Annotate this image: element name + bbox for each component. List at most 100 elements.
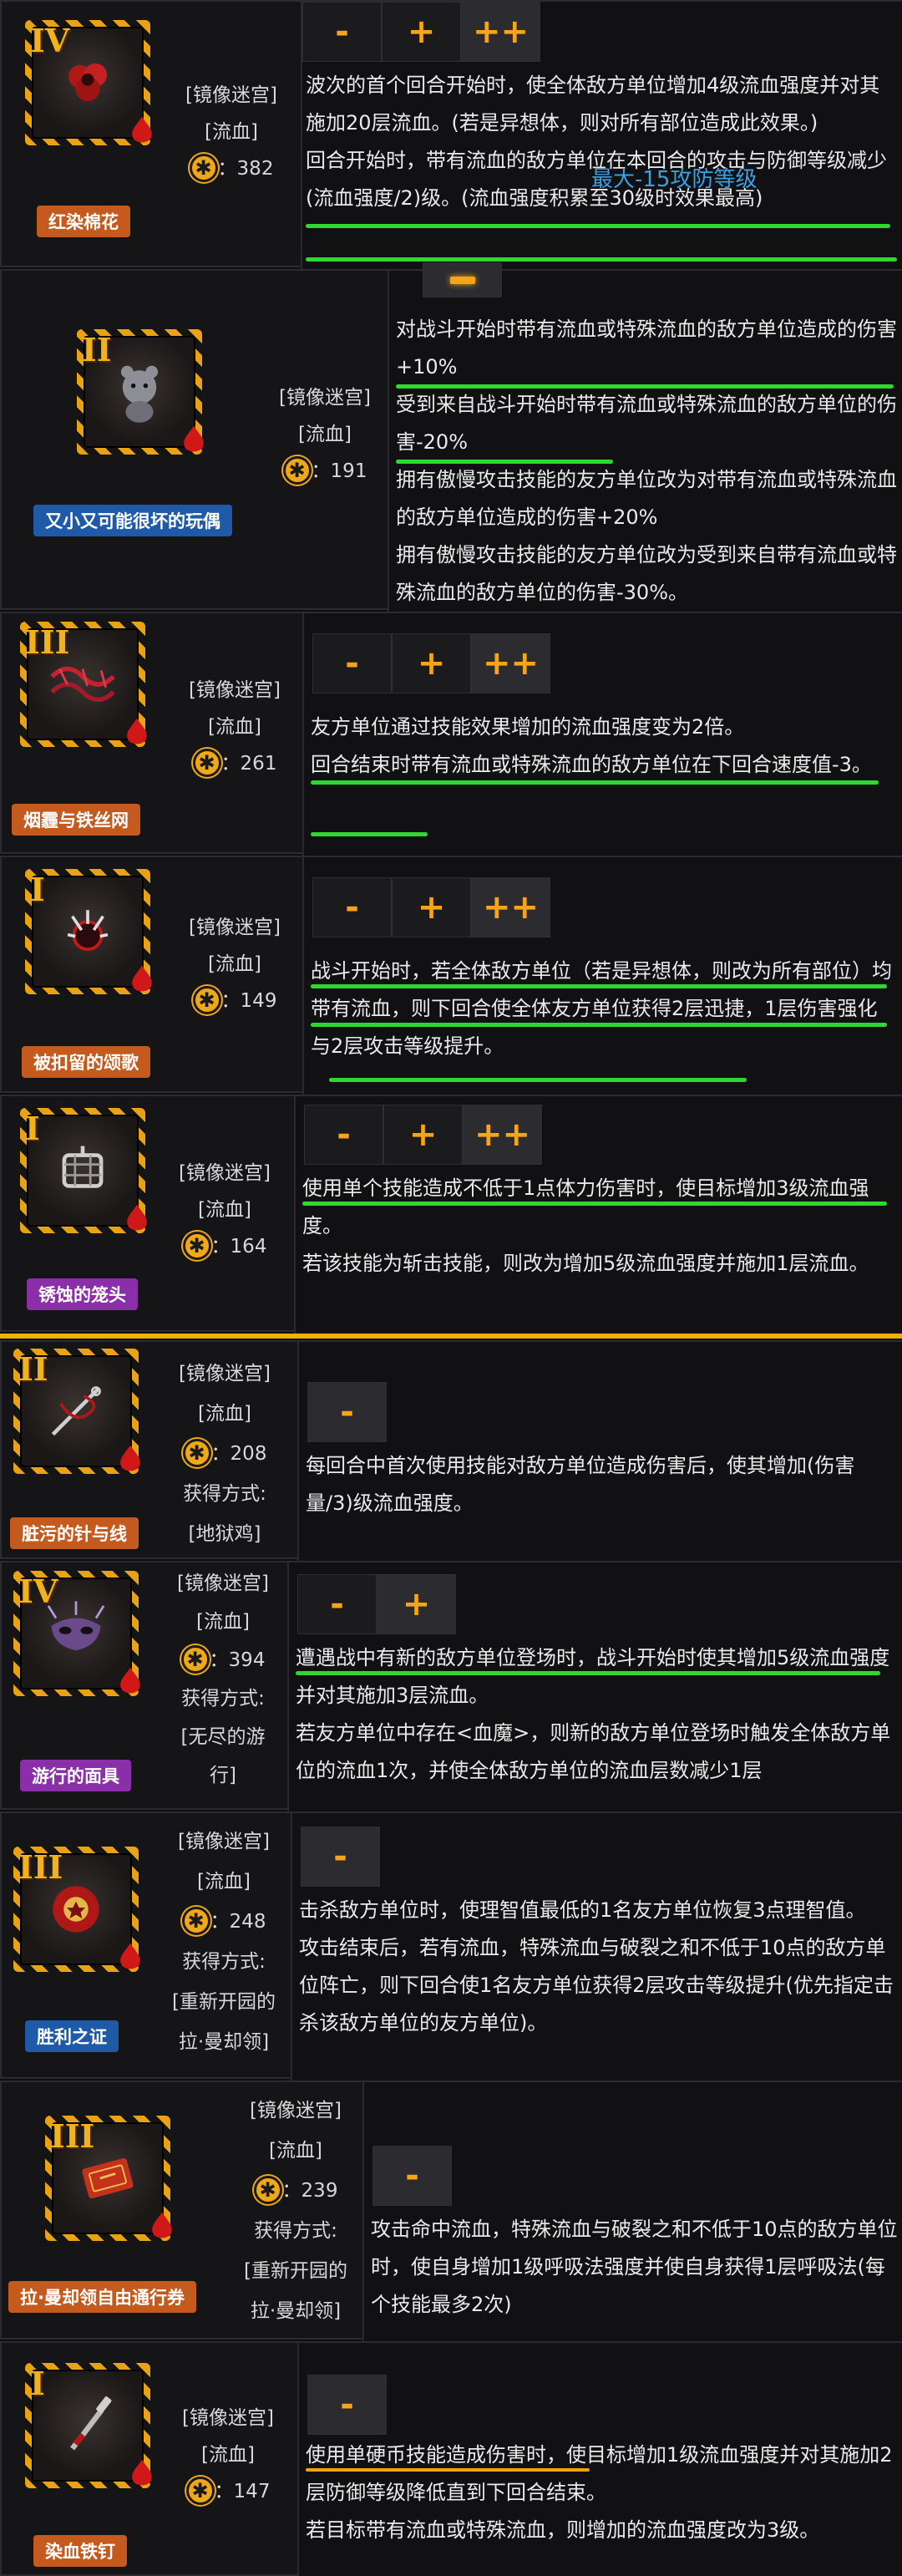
tab-base[interactable] xyxy=(423,262,502,297)
tab-plus[interactable]: + xyxy=(377,1574,456,1634)
tab-base[interactable]: - xyxy=(304,1105,383,1165)
gift-name-badge: 烟霾与铁丝网 xyxy=(12,804,140,836)
meta-keyword: [流血] xyxy=(298,424,352,445)
tab-plus-plus[interactable]: ++ xyxy=(463,1105,542,1165)
highlight-mark xyxy=(396,384,894,389)
tier-label: III xyxy=(50,2117,95,2155)
tier-label: II xyxy=(82,331,112,368)
bloody-nail-icon xyxy=(70,2396,112,2451)
gift-icon-frame[interactable]: III xyxy=(20,622,147,747)
highlight-mark xyxy=(396,460,613,464)
tab-base[interactable]: - xyxy=(301,1827,380,1887)
cost-coin-icon: ✱ xyxy=(185,2477,215,2505)
gift-card-la-manchaland-pass: III 拉·曼却领自由通行券 [镜像迷宫] [流血] ✱ ：239 获得方式: [… xyxy=(0,2081,902,2341)
gift-description: 友方单位通过技能效果增加的流血强度变为2倍。 回合结束时带有流血或特殊流血的敌方… xyxy=(311,709,895,784)
meta-category: [镜像迷宫] xyxy=(250,2100,342,2121)
gift-icon-frame[interactable]: I xyxy=(25,869,152,994)
cost-value: 147 xyxy=(233,2481,271,2502)
meta-keyword: [流血] xyxy=(198,1403,251,1425)
cost-row: ✱ ：261 xyxy=(172,745,297,782)
gift-name-badge: 染血铁钉 xyxy=(33,2535,127,2567)
gift-name-badge: 被扣留的颂歌 xyxy=(22,1046,150,1078)
gift-icon-frame[interactable]: II xyxy=(13,1349,140,1474)
meta-category: [镜像迷宫] xyxy=(179,1162,271,1184)
gift-name-badge: 游行的面具 xyxy=(20,1760,131,1791)
tab-plus-plus[interactable]: ++ xyxy=(471,877,550,937)
cost-row: ✱ ：248 xyxy=(157,1902,291,1942)
gift-meta: [镜像迷宫] [流血] ✱ ：382 xyxy=(169,77,294,187)
meta-keyword: [流血] xyxy=(198,1199,251,1221)
handwritten-note: 最大-15攻防等级 xyxy=(591,167,758,192)
gift-meta: [镜像迷宫] [流血] ✱ ：149 xyxy=(172,909,297,1019)
cost-coin-icon: ✱ xyxy=(182,1439,211,1467)
gift-icon-frame[interactable]: IV xyxy=(25,20,152,145)
desc-line-0: 遭遇战中有新的敌方单位登场时，战斗开始时使其增加5级流血强度并对其施加3层流血。 xyxy=(296,1646,890,1707)
desc-line-0: 波次的首个回合开始时，使全体敌方单位增加4级流血强度并对其施加20层流血。(若是… xyxy=(306,74,880,135)
tab-base[interactable]: - xyxy=(307,1382,387,1442)
gift-description: 使用单硬币技能造成伤害时，使目标增加1级流血强度并对其施加2层防御等级降低直到下… xyxy=(306,2436,899,2549)
gift-icon-frame[interactable]: II xyxy=(77,329,204,455)
gift-card-rusted-bridle: I 锈蚀的笼头 [镜像迷宫] [流血] ✱ ：164 - + ++ 使用单个技能造… xyxy=(0,1095,902,1334)
cost-row: ✱ ：191 xyxy=(262,453,388,490)
tab-plus[interactable]: + xyxy=(392,633,471,694)
cost-coin-icon: ✱ xyxy=(180,1645,210,1674)
cost-coin-icon: ✱ xyxy=(253,2176,282,2204)
tier-label: I xyxy=(25,1110,40,1147)
upgrade-tabs: - + ++ xyxy=(304,1105,542,1165)
cost-coin-icon: ✱ xyxy=(181,1907,210,1935)
tab-plus[interactable]: + xyxy=(383,1105,463,1165)
tab-plus-plus[interactable]: ++ xyxy=(461,2,540,62)
tab-plus[interactable]: + xyxy=(392,877,471,937)
cost-coin-icon: ✱ xyxy=(192,749,221,777)
cost-row: ✱ ：149 xyxy=(172,983,297,1019)
highlight-mark xyxy=(311,984,887,988)
tab-base[interactable]: - xyxy=(372,2146,452,2206)
desc-panel: - 击杀敌方单位时，使理智值最低的1名友方单位恢复3点理智值。 攻击结束后，若有… xyxy=(291,1813,902,2081)
desc-line-3: 拥有傲慢攻击技能的友方单位改为受到来自带有流血或特殊流血的敌方单位的伤害-30%… xyxy=(396,543,897,604)
gift-icon-frame[interactable]: III xyxy=(13,1847,140,1972)
cost-value: 382 xyxy=(236,158,274,180)
cost-value: 239 xyxy=(301,2180,338,2202)
cost-row: ✱ ：394 xyxy=(160,1641,286,1679)
highlight-mark xyxy=(329,1078,747,1082)
gift-name-badge: 又小又可能很坏的玩偶 xyxy=(33,505,232,536)
gift-icon-frame[interactable]: I xyxy=(25,2363,152,2488)
meta-keyword: [流血] xyxy=(201,2444,255,2466)
tab-plus-plus[interactable]: ++ xyxy=(471,633,550,694)
gift-description: 每回合中首次使用技能对敌方单位造成伤害后，使其增加(伤害量/3)级流血强度。 xyxy=(306,1447,899,1522)
gift-name-badge: 拉·曼却领自由通行券 xyxy=(8,2281,196,2313)
tab-base[interactable]: - xyxy=(312,633,392,694)
highlight-mark xyxy=(311,832,428,836)
upgrade-tabs: - + ++ xyxy=(312,877,550,937)
tab-base[interactable]: - xyxy=(307,2375,387,2435)
desc-line-1: 若该技能为斩击技能，则改为增加5级流血强度并施加1层流血。 xyxy=(302,1252,869,1275)
cost-value: 149 xyxy=(240,990,277,1012)
cost-value: 191 xyxy=(330,460,367,482)
gift-meta: [镜像迷宫] [流血] ✱ ：394 获得方式: [无尽的游 行] xyxy=(160,1564,286,1795)
gift-meta: [镜像迷宫] [流血] ✱ ：164 xyxy=(162,1155,287,1265)
gift-card-parade-mask: IV 游行的面具 [镜像迷宫] [流血] ✱ ：394 获得方式: [无尽的游 行… xyxy=(0,1561,902,1811)
hymn-claw-icon xyxy=(67,910,109,951)
gift-icon-frame[interactable]: I xyxy=(20,1108,147,1233)
gift-name-badge: 胜利之证 xyxy=(25,2020,119,2052)
gift-card-red-cotton: IV 红染棉花 [镜像迷宫] [流血] ✱ ：382 - + ++ 波次的首个回合… xyxy=(0,0,902,269)
desc-line-0: 使用单个技能造成不低于1点体力伤害时，使目标增加3级流血强度。 xyxy=(302,1176,869,1237)
tab-base[interactable]: - xyxy=(302,2,382,62)
highlight-mark xyxy=(311,780,879,785)
tab-base[interactable]: - xyxy=(297,1574,377,1634)
desc-panel: - + ++ 使用单个技能造成不低于1点体力伤害时，使目标增加3级流血强度。 若… xyxy=(294,1096,902,1334)
gift-card-dirty-needle: II 脏污的针与线 [镜像迷宫] [流血] ✱ ：208 获得方式: [地狱鸡] … xyxy=(0,1340,902,1561)
tab-base[interactable]: - xyxy=(312,877,392,937)
cost-row: ✱ ：239 xyxy=(229,2171,362,2211)
meta-category: [镜像迷宫] xyxy=(189,679,281,701)
tab-plus[interactable]: + xyxy=(382,2,461,62)
gift-icon-frame[interactable]: IV xyxy=(13,1571,140,1696)
desc-panel: 对战斗开始时带有流血或特殊流血的敌方单位造成的伤害+10% 受到来自战斗开始时带… xyxy=(388,262,902,612)
bleed-status-icon xyxy=(127,1204,147,1231)
desc-line-0: 击杀敌方单位时，使理智值最低的1名友方单位恢复3点理智值。 xyxy=(299,1898,866,1922)
highlight-mark xyxy=(302,1202,887,1206)
highlight-mark xyxy=(311,1023,887,1027)
gift-icon-frame[interactable]: III xyxy=(45,2116,172,2241)
gift-card-smog-barbed-wire: III 烟霾与铁丝网 [镜像迷宫] [流血] ✱ ：261 - + ++ 友方单位… xyxy=(0,612,902,856)
desc-panel: - + ++ 战斗开始时，若全体敌方单位（若是异想体，则改为所有部位）均带有流血… xyxy=(302,857,902,1095)
